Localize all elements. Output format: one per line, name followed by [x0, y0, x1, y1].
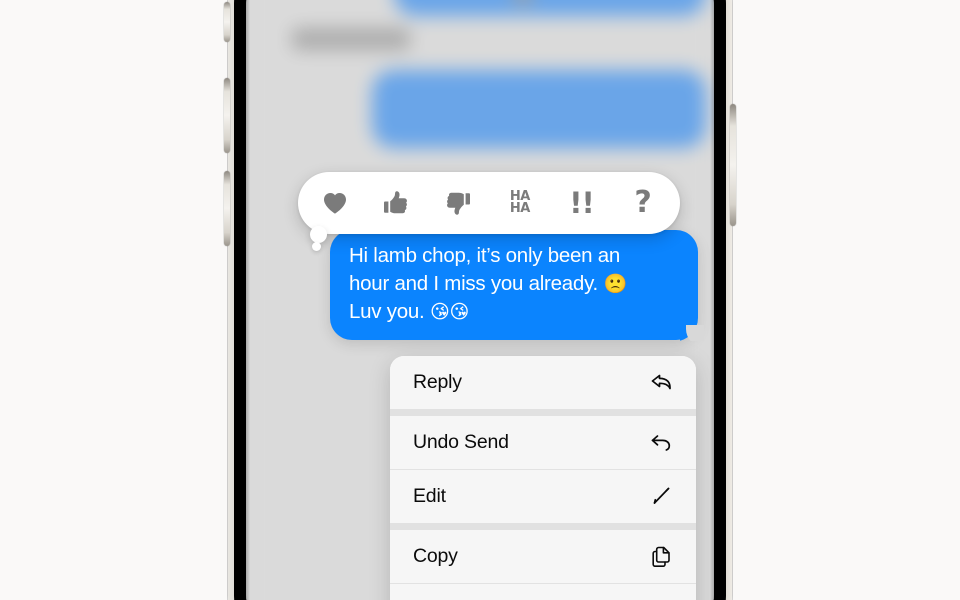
menu-separator [390, 523, 696, 530]
menu-item-label: Copy [413, 545, 458, 567]
tapback-reaction-bar[interactable]: HA HA !! ? [298, 172, 680, 234]
tapback-exclamation-button[interactable]: !! [557, 179, 605, 227]
tapback-heart-button[interactable] [311, 179, 359, 227]
menu-item-reply[interactable]: Reply [390, 356, 696, 409]
menu-separator [390, 409, 696, 416]
haha-line-2: HA [509, 201, 530, 216]
screenshot-stage: HA HA !! ? Hi lamb chop, it’s only been … [0, 0, 960, 600]
silent-switch-button[interactable] [224, 2, 230, 42]
tapback-haha-button[interactable]: HA HA [496, 179, 544, 227]
reply-arrow-icon [648, 370, 674, 396]
menu-item-undo-send[interactable]: Undo Send [390, 416, 696, 469]
message-line-1: Hi lamb chop, it’s only been an [349, 244, 621, 267]
message-bubble[interactable]: Hi lamb chop, it’s only been an hour and… [330, 230, 704, 341]
volume-up-button[interactable] [224, 78, 230, 153]
bubble-tail [680, 318, 704, 341]
frowning-face-emoji: 🙁 [603, 272, 627, 295]
kissing-face-emoji: 😘😘 [429, 301, 470, 323]
tapback-thumbs-up-button[interactable] [372, 179, 420, 227]
message-line-3: Luv you. [349, 300, 430, 323]
undo-arrow-icon [648, 430, 674, 456]
menu-item-edit[interactable]: Edit [390, 470, 696, 523]
double-exclamation-icon: !! [569, 186, 594, 220]
menu-item-label: Reply [413, 371, 462, 393]
message-context-menu[interactable]: Reply Undo Send Edit Copy [390, 356, 696, 600]
menu-item-label: Edit [413, 485, 446, 507]
tapback-question-button[interactable]: ? [619, 179, 667, 227]
copy-documents-icon [648, 544, 674, 570]
menu-item-copy[interactable]: Copy [390, 530, 696, 583]
tapback-tail-large [310, 226, 327, 243]
message-line-2: hour and I miss you already. [349, 271, 604, 295]
focused-message[interactable]: Hi lamb chop, it’s only been an hour and… [330, 230, 704, 341]
tapback-tail-small [312, 242, 321, 251]
power-button[interactable] [730, 104, 736, 226]
menu-item-partial[interactable] [390, 584, 696, 600]
question-mark-icon: ? [634, 185, 652, 220]
thumbs-up-icon [383, 190, 409, 216]
tapback-thumbs-down-button[interactable] [434, 179, 482, 227]
thumbs-down-icon [445, 190, 471, 216]
menu-item-label: Undo Send [413, 431, 509, 453]
pencil-icon [648, 484, 674, 510]
heart-icon [322, 191, 348, 215]
haha-icon: HA HA [509, 190, 530, 216]
phone-screen: HA HA !! ? Hi lamb chop, it’s only been … [246, 0, 714, 600]
volume-down-button[interactable] [224, 171, 230, 246]
